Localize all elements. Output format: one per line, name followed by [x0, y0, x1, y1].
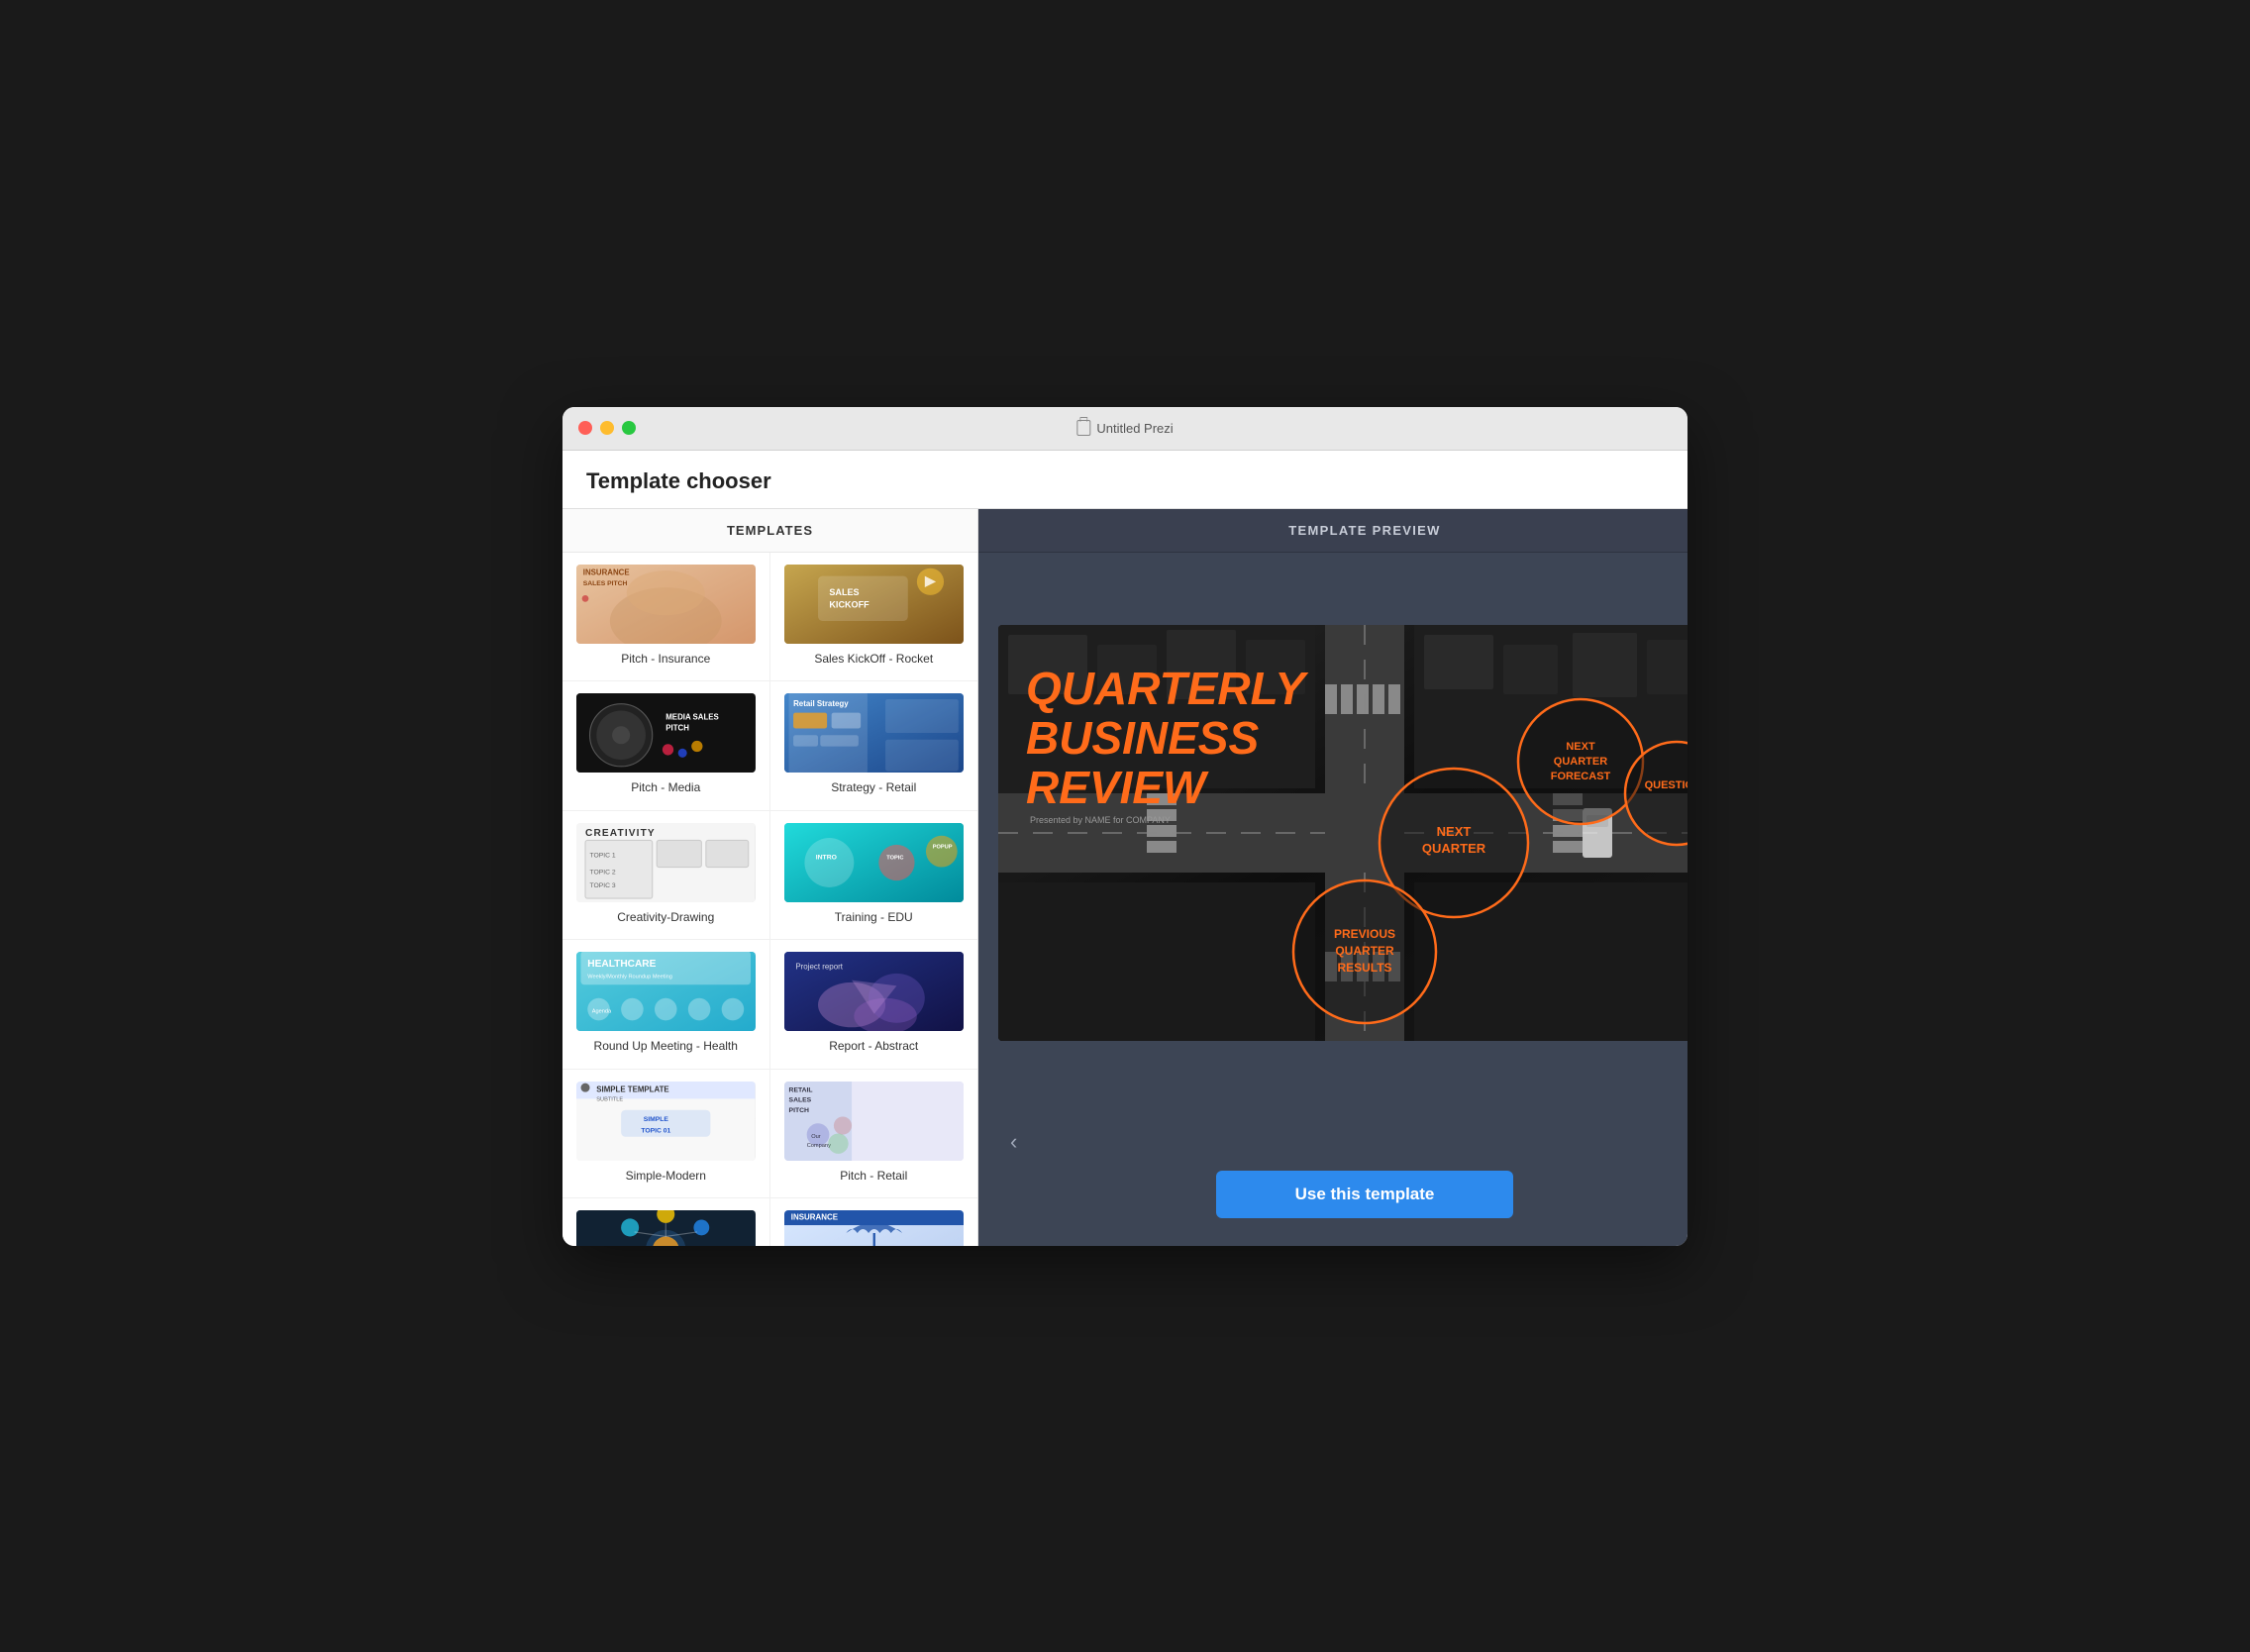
svg-text:REVIEW: REVIEW — [1026, 762, 1209, 813]
template-item-exec-brief[interactable]: INSURANCE COVERAGE PERFORMANCE Executive… — [770, 1198, 978, 1245]
svg-text:QUESTIONS: QUESTIONS — [1645, 779, 1688, 791]
template-item-pitch-retail[interactable]: RETAIL SALES PITCH Our Company Pitch - R… — [770, 1070, 978, 1199]
template-label-report-abstract: Report - Abstract — [784, 1039, 965, 1055]
template-item-around-topic[interactable]: Around a Topic — [562, 1198, 770, 1245]
svg-text:HEALTHCARE: HEALTHCARE — [587, 959, 656, 970]
svg-text:SALES: SALES — [788, 1097, 811, 1104]
template-label-strategy-retail: Strategy - Retail — [784, 780, 965, 796]
template-label-simple-modern: Simple-Modern — [576, 1169, 756, 1185]
svg-text:Company: Company — [806, 1143, 830, 1149]
svg-text:PITCH: PITCH — [665, 724, 689, 733]
app-window: Untitled Prezi Template chooser TEMPLATE… — [562, 407, 1688, 1246]
app-header: Template chooser — [562, 451, 1688, 509]
template-thumb-simple-modern: SIMPLE TEMPLATE SUBTITLE SIMPLE TOPIC 01 — [576, 1082, 756, 1161]
svg-text:TOPIC 3: TOPIC 3 — [590, 882, 616, 889]
svg-text:SIMPLE: SIMPLE — [644, 1116, 669, 1123]
template-label-sales-kickoff: Sales KickOff - Rocket — [784, 652, 965, 668]
template-item-pitch-media[interactable]: MEDIA SALES PITCH Pitch - Media — [562, 681, 770, 811]
main-content: TEMPLATES INSURANCE — [562, 509, 1688, 1246]
template-label-pitch-media: Pitch - Media — [576, 780, 756, 796]
window-title: Untitled Prezi — [1076, 420, 1173, 436]
preview-navigation: ‹ › — [998, 1113, 1688, 1171]
svg-text:SUBTITLE: SUBTITLE — [596, 1097, 623, 1103]
preview-panel: TEMPLATE PREVIEW — [978, 509, 1688, 1246]
template-item-creativity[interactable]: CREATIVITY TOPIC 1 TOPIC 2 TOPIC 3 Creat… — [562, 811, 770, 941]
template-label-training-edu: Training - EDU — [784, 910, 965, 926]
template-thumb-exec-brief: INSURANCE COVERAGE PERFORMANCE — [784, 1210, 965, 1245]
preview-image: QUARTERLY BUSINESS REVIEW Presented by N… — [998, 625, 1688, 1041]
template-item-pitch-insurance[interactable]: INSURANCE SALES PITCH Pitch - Insurance — [562, 553, 770, 682]
svg-text:MEDIA SALES: MEDIA SALES — [665, 713, 719, 722]
template-thumb-creativity: CREATIVITY TOPIC 1 TOPIC 2 TOPIC 3 — [576, 823, 756, 902]
svg-text:PREVIOUS: PREVIOUS — [1334, 927, 1395, 941]
template-item-sales-kickoff[interactable]: SALES KICKOFF Sales KickOff - Rocket — [770, 553, 978, 682]
document-icon — [1076, 420, 1090, 436]
svg-text:RESULTS: RESULTS — [1337, 961, 1391, 975]
svg-text:TOPIC 01: TOPIC 01 — [641, 1127, 670, 1134]
svg-text:Project report: Project report — [795, 963, 843, 972]
template-thumb-around-topic — [576, 1210, 756, 1245]
svg-text:TOPIC: TOPIC — [886, 855, 903, 861]
svg-text:Presented by NAME for COMPANY: Presented by NAME for COMPANY — [1030, 815, 1171, 825]
templates-grid: INSURANCE SALES PITCH Pitch - Insurance — [562, 553, 977, 1246]
traffic-lights — [578, 421, 636, 435]
template-thumb-pitch-media: MEDIA SALES PITCH — [576, 693, 756, 773]
svg-text:TOPIC 2: TOPIC 2 — [590, 869, 616, 876]
template-thumb-pitch-retail: RETAIL SALES PITCH Our Company — [784, 1082, 965, 1161]
templates-panel: TEMPLATES INSURANCE — [562, 509, 978, 1246]
template-thumb-healthcare: HEALTHCARE Weekly/Monthly Roundup Meetin… — [576, 952, 756, 1031]
svg-text:RETAIL: RETAIL — [788, 1086, 812, 1093]
minimize-button[interactable] — [600, 421, 614, 435]
svg-text:QUARTER: QUARTER — [1335, 944, 1394, 958]
svg-text:QUARTER: QUARTER — [1422, 841, 1486, 856]
svg-text:TOPIC 1: TOPIC 1 — [590, 852, 616, 859]
template-item-report-abstract[interactable]: Project report Report - Abstract — [770, 940, 978, 1070]
svg-text:QUARTER: QUARTER — [1554, 756, 1607, 768]
template-item-simple-modern[interactable]: SIMPLE TEMPLATE SUBTITLE SIMPLE TOPIC 01… — [562, 1070, 770, 1199]
template-item-strategy-retail[interactable]: Retail Strategy Strategy - Retail — [770, 681, 978, 811]
svg-text:INSURANCE: INSURANCE — [583, 568, 630, 576]
template-item-roundup-health[interactable]: HEALTHCARE Weekly/Monthly Roundup Meetin… — [562, 940, 770, 1070]
svg-text:Our: Our — [811, 1134, 821, 1140]
svg-text:FORECAST: FORECAST — [1551, 771, 1611, 782]
prev-arrow[interactable]: ‹ — [998, 1123, 1029, 1161]
svg-text:Agenda: Agenda — [592, 1009, 612, 1015]
template-label-creativity: Creativity-Drawing — [576, 910, 756, 926]
svg-text:BUSINESS: BUSINESS — [1026, 712, 1259, 764]
template-thumb-strategy-retail: Retail Strategy — [784, 693, 965, 773]
svg-text:PITCH: PITCH — [788, 1107, 808, 1114]
svg-text:Retail Strategy: Retail Strategy — [793, 699, 849, 708]
page-title: Template chooser — [586, 468, 1664, 494]
template-thumb-report-abstract: Project report — [784, 952, 965, 1031]
templates-header: TEMPLATES — [562, 509, 977, 553]
svg-text:SALES PITCH: SALES PITCH — [583, 579, 628, 586]
svg-text:Weekly/Monthly Roundup Meeting: Weekly/Monthly Roundup Meeting — [587, 975, 672, 981]
close-button[interactable] — [578, 421, 592, 435]
template-item-training-edu[interactable]: INTRO TOPIC POPUP Training - EDU — [770, 811, 978, 941]
svg-text:INSURANCE: INSURANCE — [790, 1213, 837, 1222]
svg-text:QUARTERLY: QUARTERLY — [1026, 663, 1309, 714]
template-label-roundup-health: Round Up Meeting - Health — [576, 1039, 756, 1055]
preview-header: TEMPLATE PREVIEW — [978, 509, 1688, 553]
template-thumb-sales-kickoff: SALES KICKOFF — [784, 565, 965, 644]
svg-text:SIMPLE TEMPLATE: SIMPLE TEMPLATE — [596, 1085, 668, 1094]
template-label-pitch-retail: Pitch - Retail — [784, 1169, 965, 1185]
svg-text:KICKOFF: KICKOFF — [829, 599, 869, 609]
svg-text:SALES: SALES — [829, 586, 859, 596]
template-label-pitch-insurance: Pitch - Insurance — [576, 652, 756, 668]
svg-text:NEXT: NEXT — [1566, 741, 1595, 753]
svg-text:CREATIVITY: CREATIVITY — [585, 828, 656, 839]
preview-image-container: QUARTERLY BUSINESS REVIEW Presented by N… — [978, 553, 1688, 1113]
use-template-button[interactable]: Use this template — [1216, 1171, 1514, 1218]
maximize-button[interactable] — [622, 421, 636, 435]
template-thumb-pitch-insurance: INSURANCE SALES PITCH — [576, 565, 756, 644]
svg-text:NEXT: NEXT — [1437, 824, 1472, 839]
template-thumb-training-edu: INTRO TOPIC POPUP — [784, 823, 965, 902]
svg-text:POPUP: POPUP — [932, 844, 952, 850]
svg-text:INTRO: INTRO — [815, 854, 836, 861]
titlebar: Untitled Prezi — [562, 407, 1688, 451]
